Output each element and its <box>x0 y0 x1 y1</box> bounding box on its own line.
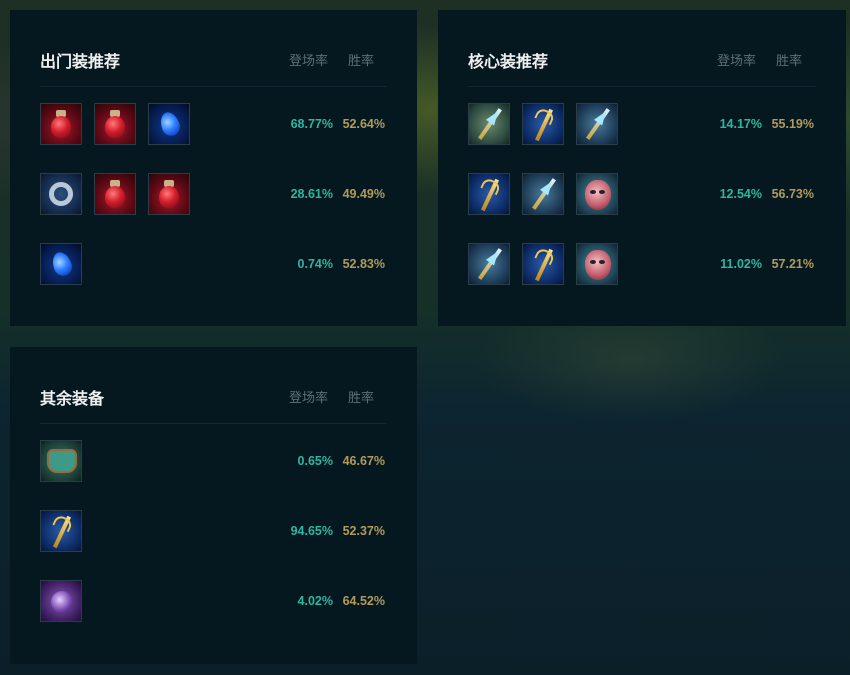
build-row[interactable]: 94.65% 52.37% <box>40 510 385 554</box>
build-row[interactable]: 12.54% 56.73% <box>468 173 814 217</box>
panel-header: 其余装备 登场率 胜率 <box>40 373 387 424</box>
mask-icon[interactable] <box>576 173 618 215</box>
red-potion-icon[interactable] <box>40 103 82 145</box>
win-rate: 56.73% <box>771 187 814 201</box>
red-potion-icon[interactable] <box>148 173 190 215</box>
pick-rate: 94.65% <box>290 524 333 538</box>
build-row[interactable]: 0.74% 52.83% <box>40 243 385 287</box>
win-rate: 46.67% <box>342 454 385 468</box>
other-items-panel: 其余装备 登场率 胜率 0.65% 46.67% 94.65% 52.37% 4… <box>10 347 417 664</box>
dark-seal-ring-icon[interactable] <box>40 173 82 215</box>
tear-of-goddess-icon[interactable] <box>40 243 82 285</box>
pick-rate-header: 登场率 <box>289 54 329 69</box>
panel-title: 核心装推荐 <box>468 52 549 71</box>
pick-rate: 12.54% <box>719 187 762 201</box>
build-row[interactable]: 0.65% 46.67% <box>40 440 385 484</box>
win-rate: 52.37% <box>342 524 385 538</box>
win-rate: 64.52% <box>342 594 385 608</box>
purple-hourglass-icon[interactable] <box>40 580 82 622</box>
lance-staff-icon[interactable] <box>576 103 618 145</box>
win-rate-header: 胜率 <box>348 54 375 69</box>
win-rate: 57.21% <box>771 257 814 271</box>
lance-staff-icon[interactable] <box>522 173 564 215</box>
red-potion-icon[interactable] <box>94 173 136 215</box>
win-rate-header: 胜率 <box>776 54 803 69</box>
pick-rate: 11.02% <box>720 257 762 271</box>
pick-rate: 4.02% <box>297 594 333 608</box>
lance-staff-icon[interactable] <box>468 243 510 285</box>
build-row[interactable]: 28.61% 49.49% <box>40 173 385 217</box>
build-row[interactable]: 4.02% 64.52% <box>40 580 385 624</box>
spear-icon[interactable] <box>468 103 510 145</box>
panel-title: 其余装备 <box>40 389 105 408</box>
win-rate: 52.83% <box>342 257 385 271</box>
win-rate-header: 胜率 <box>348 391 375 406</box>
build-row[interactable]: 14.17% 55.19% <box>468 103 814 147</box>
golden-staff-icon[interactable] <box>522 103 564 145</box>
core-items-panel: 核心装推荐 登场率 胜率 14.17% 55.19% 12.54% 56.73%… <box>438 10 846 326</box>
win-rate: 55.19% <box>771 117 814 131</box>
panel-title: 出门装推荐 <box>40 52 121 71</box>
build-row[interactable]: 11.02% 57.21% <box>468 243 814 287</box>
pick-rate: 68.77% <box>290 117 333 131</box>
pick-rate-header: 登场率 <box>717 54 757 69</box>
golden-staff-icon[interactable] <box>522 243 564 285</box>
starting-items-panel: 出门装推荐 登场率 胜率 68.77% 52.64% 28.61% 49.49%… <box>10 10 417 326</box>
armor-icon[interactable] <box>40 440 82 482</box>
panel-header: 核心装推荐 登场率 胜率 <box>468 36 816 87</box>
build-row[interactable]: 68.77% 52.64% <box>40 103 385 147</box>
pick-rate: 0.65% <box>297 454 333 468</box>
win-rate: 49.49% <box>342 187 385 201</box>
pick-rate: 28.61% <box>290 187 333 201</box>
pick-rate-header: 登场率 <box>289 391 329 406</box>
panel-header: 出门装推荐 登场率 胜率 <box>40 36 387 87</box>
red-potion-icon[interactable] <box>94 103 136 145</box>
win-rate: 52.64% <box>342 117 385 131</box>
tear-of-goddess-icon[interactable] <box>148 103 190 145</box>
mask-icon[interactable] <box>576 243 618 285</box>
pick-rate: 0.74% <box>297 257 333 271</box>
pick-rate: 14.17% <box>719 117 762 131</box>
golden-staff-icon[interactable] <box>468 173 510 215</box>
golden-staff-icon[interactable] <box>40 510 82 552</box>
